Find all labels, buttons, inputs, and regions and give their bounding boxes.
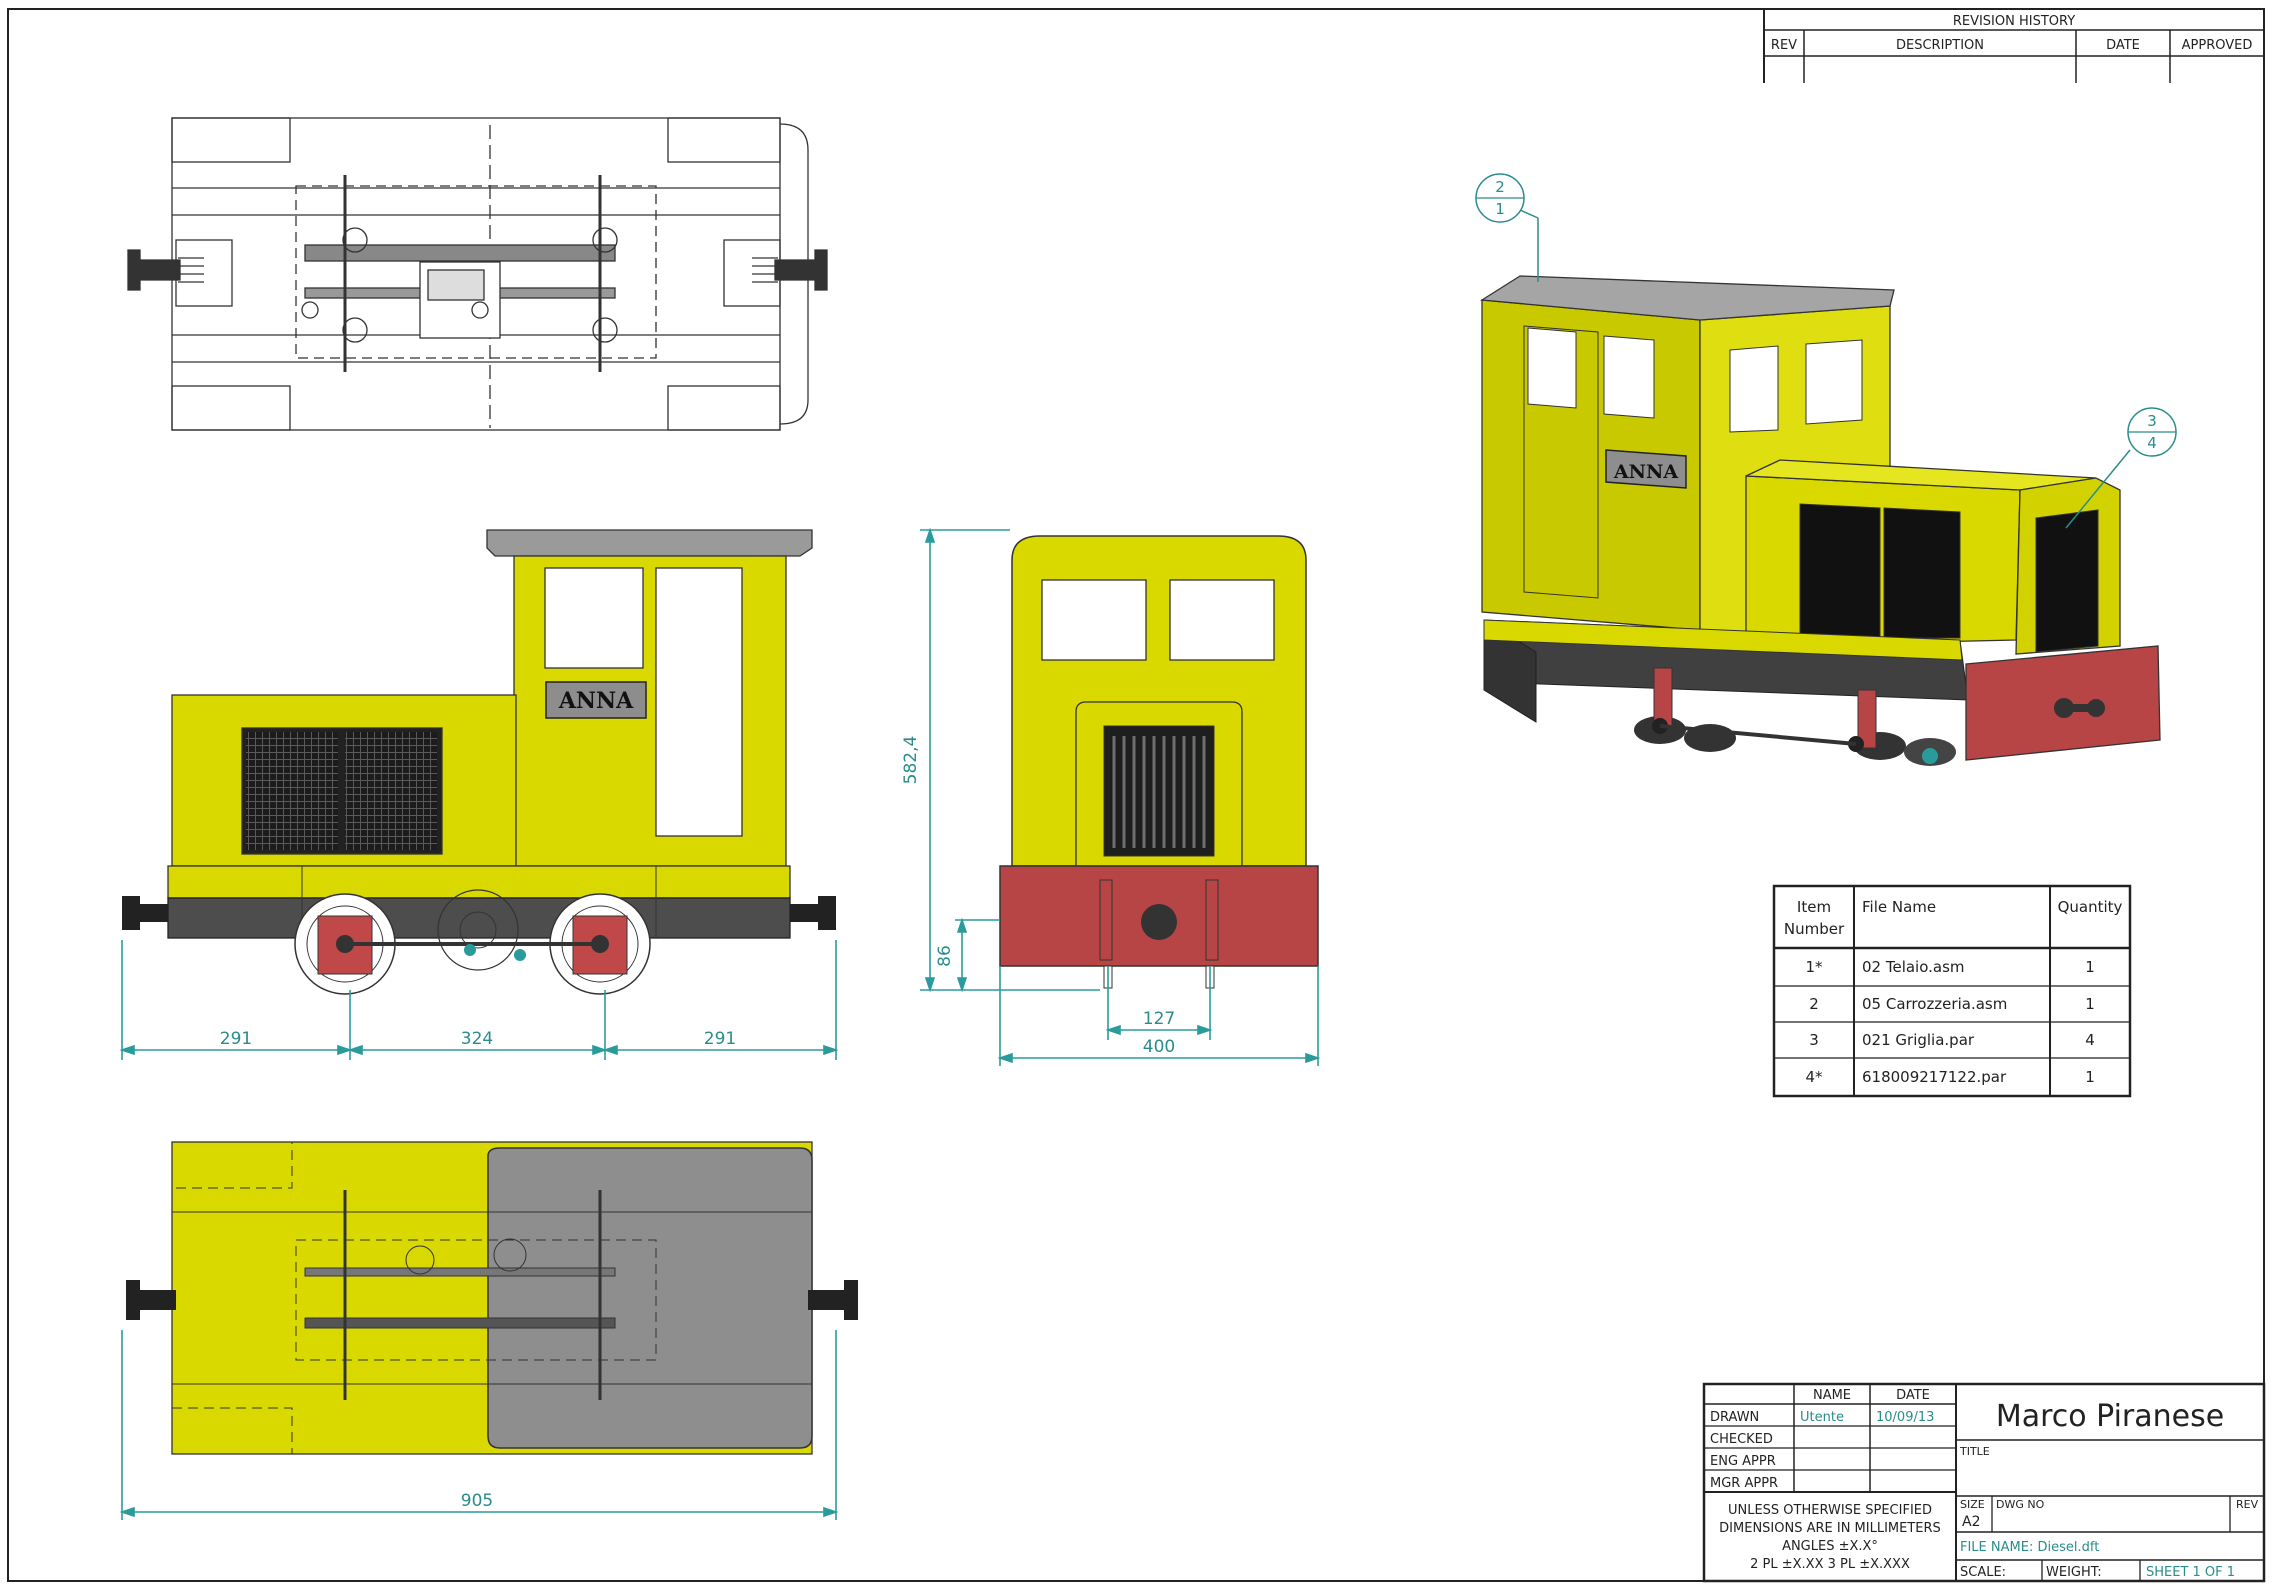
front-view: 582,4 86 127 400 (901, 527, 1321, 1066)
parts-row-1-qty: 1 (2085, 958, 2095, 976)
balloon-1-bottom: 1 (1495, 200, 1505, 218)
tb-checked: CHECKED (1710, 1432, 1773, 1447)
top-view (127, 117, 828, 431)
tb-drawn-date: 10/09/13 (1876, 1410, 1934, 1425)
parts-row-3-qty: 4 (2085, 1031, 2095, 1049)
parts-header-file: File Name (1862, 898, 1936, 916)
tb-name-header: NAME (1813, 1388, 1851, 1403)
tb-date-header: DATE (1896, 1388, 1930, 1403)
bottom-view: 905 (119, 1141, 858, 1520)
rev-header: REV (1771, 38, 1797, 53)
tb-rev-label: REV (2236, 1498, 2259, 1511)
parts-row-1-item: 1* (1805, 958, 1823, 976)
parts-row-4-item: 4* (1805, 1068, 1823, 1086)
parts-header-qty: Quantity (2058, 898, 2123, 916)
dim-291-right: 291 (704, 1029, 736, 1049)
side-roof (486, 529, 813, 557)
revision-history-title: REVISION HISTORY (1953, 14, 2075, 29)
revision-history-table: REVISION HISTORY REV DESCRIPTION DATE AP… (1763, 9, 2264, 83)
dim-86: 86 (935, 945, 955, 967)
front-window-left (1041, 579, 1147, 661)
front-radiator (1103, 725, 1215, 857)
iso-nameplate-text: ANNA (1613, 461, 1678, 483)
parts-row-4-qty: 1 (2085, 1068, 2095, 1086)
title-block: NAME DATE DRAWN CHECKED ENG APPR MGR APP… (1702, 1382, 2266, 1583)
tb-dwg-no-label: DWG NO (1996, 1498, 2045, 1511)
tb-company: Marco Piranese (1996, 1399, 2224, 1434)
tb-title-label: TITLE (1959, 1445, 1990, 1458)
parts-row-3-item: 3 (1809, 1031, 1819, 1049)
tb-drawn-name: Utente (1800, 1410, 1844, 1425)
tb-tolerance-3: ANGLES ±X.X° (1782, 1539, 1878, 1554)
tb-tolerance-4: 2 PL ±X.XX 3 PL ±X.XXX (1750, 1557, 1910, 1572)
dim-905: 905 (461, 1491, 493, 1511)
isometric-view: ANNA 2 1 3 4 (1475, 173, 2177, 766)
parts-row-2-file: 05 Carrozzeria.asm (1862, 995, 2007, 1013)
iso-hood-side (1745, 475, 2021, 647)
balloon-1: 2 1 (1475, 173, 1539, 282)
dim-400: 400 (1143, 1037, 1175, 1057)
parts-row-2-item: 2 (1809, 995, 1819, 1013)
parts-list-table: Item Number File Name Quantity 1* 02 Tel… (1772, 884, 2132, 1098)
parts-header-item: Item (1797, 898, 1831, 916)
balloon-2-top: 3 (2147, 412, 2157, 430)
side-cab-window (544, 567, 644, 669)
dim-127: 127 (1143, 1009, 1175, 1029)
description-header: DESCRIPTION (1896, 38, 1984, 53)
tb-tolerance-2: DIMENSIONS ARE IN MILLIMETERS (1719, 1521, 1941, 1536)
tb-size-label: SIZE (1960, 1498, 1985, 1511)
tb-mgr-appr: MGR APPR (1710, 1476, 1778, 1491)
parts-row-1-file: 02 Telaio.asm (1862, 958, 1965, 976)
dim-582-4: 582,4 (901, 736, 921, 785)
front-window-right (1169, 579, 1275, 661)
side-nameplate-text: ANNA (558, 688, 634, 714)
tb-scale: SCALE: (1960, 1565, 2006, 1580)
side-door-window (655, 567, 743, 837)
balloon-2-bottom: 4 (2147, 434, 2157, 452)
tb-sheet: SHEET 1 OF 1 (2146, 1565, 2235, 1580)
side-frame (167, 897, 791, 939)
side-buffer-right (790, 896, 836, 930)
balloon-1-top: 2 (1495, 178, 1505, 196)
parts-row-4-file: 618009217122.par (1862, 1068, 2007, 1086)
approved-header: APPROVED (2182, 38, 2253, 53)
tb-tolerance-1: UNLESS OTHERWISE SPECIFIED (1728, 1503, 1932, 1518)
side-buffer-left (122, 896, 168, 930)
parts-row-3-file: 021 Griglia.par (1862, 1031, 1975, 1049)
parts-header-number: Number (1784, 920, 1845, 938)
side-view: ANNA 291 324 291 (119, 529, 839, 1060)
iso-grille-left (1799, 503, 1881, 639)
tb-file-name: FILE NAME: Diesel.dft (1960, 1540, 2099, 1555)
bottom-roof (487, 1147, 813, 1449)
iso-grille-right (1883, 507, 1961, 639)
drawing-sheet: REVISION HISTORY REV DESCRIPTION DATE AP… (7, 8, 2266, 1583)
tb-eng-appr: ENG APPR (1710, 1454, 1776, 1469)
date-header: DATE (2106, 38, 2140, 53)
parts-row-2-qty: 1 (2085, 995, 2095, 1013)
tb-drawn: DRAWN (1710, 1410, 1759, 1425)
tb-size-value: A2 (1962, 1514, 1980, 1530)
dim-291-left: 291 (220, 1029, 252, 1049)
iso-front-grille (2035, 509, 2099, 653)
dim-324: 324 (461, 1029, 493, 1049)
tb-weight: WEIGHT: (2046, 1565, 2102, 1580)
